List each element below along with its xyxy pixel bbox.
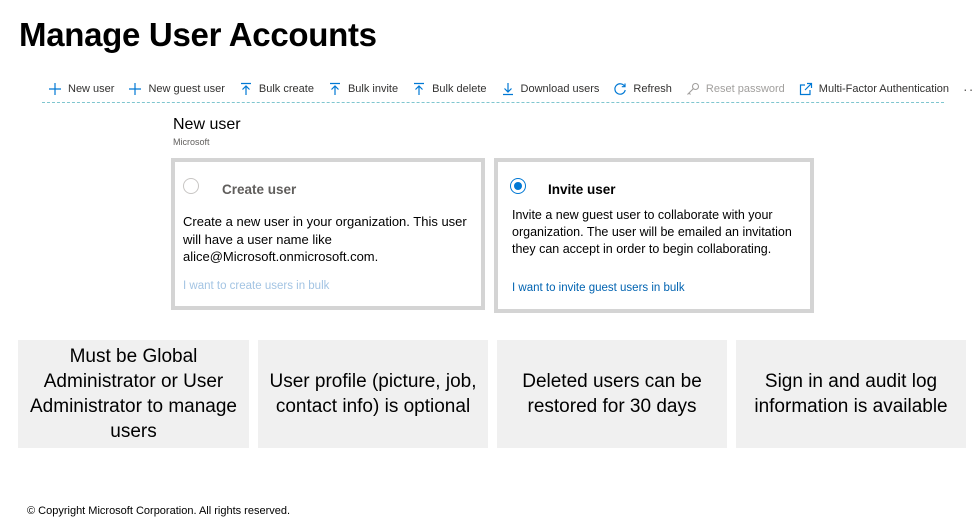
bulk-delete-label: Bulk delete (432, 83, 487, 95)
create-user-radio[interactable] (183, 178, 199, 194)
create-user-heading: Create user (222, 182, 297, 197)
bulk-invite-button[interactable]: Bulk invite (328, 82, 398, 96)
blade-title: New user (173, 116, 241, 133)
more-commands-button[interactable]: ··· (963, 81, 973, 97)
info-tile-admin-role: Must be Global Administrator or User Adm… (18, 340, 249, 448)
invite-user-description: Invite a new guest user to collaborate w… (512, 208, 792, 256)
page-title: Manage User Accounts (19, 16, 377, 53)
external-link-icon (799, 82, 812, 96)
create-user-description: Create a new user in your organization. … (183, 214, 467, 264)
invite-user-heading: Invite user (548, 182, 616, 197)
invite-guest-users-in-bulk-link[interactable]: I want to invite guest users in bulk (512, 282, 685, 294)
invite-user-option[interactable]: Invite user Invite a new guest user to c… (494, 158, 814, 313)
plus-icon (129, 83, 142, 95)
download-arrow-icon (502, 83, 513, 96)
create-users-in-bulk-link[interactable]: I want to create users in bulk (183, 280, 329, 292)
bulk-create-label: Bulk create (258, 83, 314, 95)
refresh-icon (614, 83, 627, 95)
upload-arrow-icon (329, 82, 340, 95)
invite-user-radio[interactable] (510, 178, 526, 194)
multi-factor-authentication-label: Multi-Factor Authentication (818, 83, 950, 95)
upload-arrow-icon (240, 82, 251, 95)
download-users-button[interactable]: Download users (501, 82, 600, 96)
new-user-label: New user (68, 83, 115, 95)
multi-factor-authentication-button[interactable]: Multi-Factor Authentication (799, 82, 949, 96)
refresh-button[interactable]: Refresh (613, 82, 672, 96)
plus-icon (49, 83, 61, 95)
command-bar: New user New guest user Bulk create Bulk… (42, 76, 973, 103)
new-guest-user-button[interactable]: New guest user (128, 82, 225, 96)
reset-password-label: Reset password (705, 83, 785, 95)
download-users-label: Download users (520, 83, 600, 95)
info-tile-deleted-users: Deleted users can be restored for 30 day… (497, 340, 727, 448)
info-tile-audit-log: Sign in and audit log information is ava… (736, 340, 966, 448)
reset-password-button[interactable]: Reset password (686, 82, 785, 96)
bulk-create-button[interactable]: Bulk create (239, 82, 314, 96)
upload-arrow-icon (414, 82, 425, 95)
copyright-notice: © Copyright Microsoft Corporation. All r… (27, 505, 291, 517)
refresh-label: Refresh (633, 83, 672, 95)
bulk-delete-button[interactable]: Bulk delete (412, 82, 487, 96)
info-tile-user-profile: User profile (picture, job, contact info… (258, 340, 488, 448)
blade-subtitle: Microsoft (173, 137, 210, 147)
key-icon (687, 82, 699, 95)
new-guest-user-label: New guest user (148, 83, 225, 95)
create-user-option[interactable]: Create user Create a new user in your or… (171, 158, 485, 310)
bulk-invite-label: Bulk invite (347, 83, 399, 95)
new-user-button[interactable]: New user (48, 82, 114, 96)
